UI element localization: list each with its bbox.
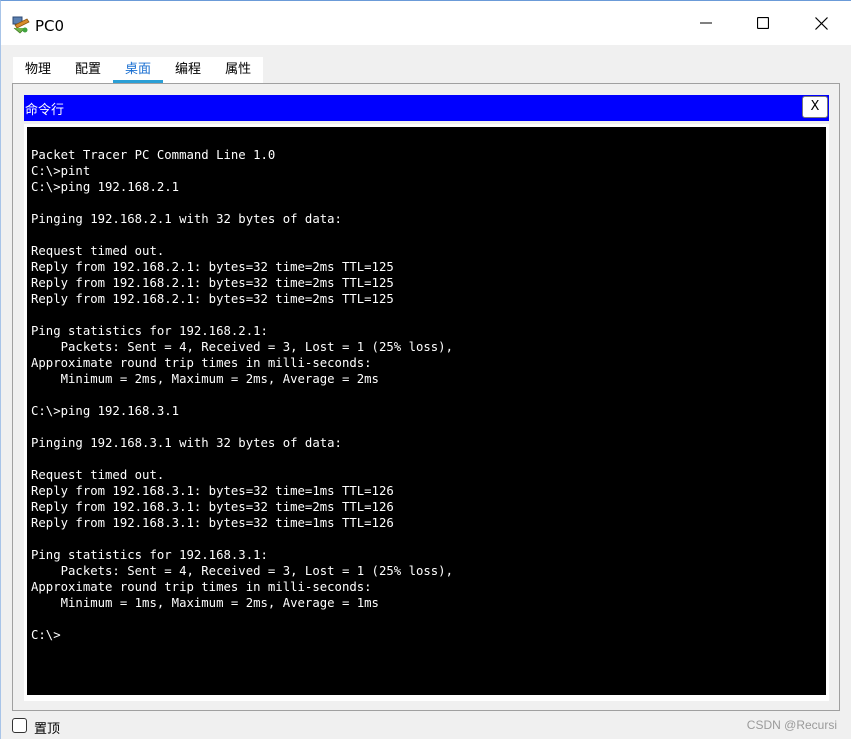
packet-tracer-pc-icon xyxy=(11,16,31,34)
maximize-button[interactable] xyxy=(734,1,792,45)
minimize-icon xyxy=(700,22,712,24)
title-bar[interactable]: PC0 xyxy=(1,1,851,45)
tab-attributes[interactable]: 属性 xyxy=(213,57,263,83)
command-prompt-header: 命令行 X xyxy=(24,95,829,121)
always-on-top-label: 置顶 xyxy=(34,722,61,737)
terminal-output[interactable]: Packet Tracer PC Command Line 1.0 C:\>pi… xyxy=(31,147,453,643)
tab-bar: 物理 配置 桌面 编程 属性 xyxy=(13,57,264,83)
watermark: CSDN @Recursi xyxy=(746,718,837,732)
maximize-icon xyxy=(757,17,769,29)
command-prompt-title: 命令行 xyxy=(25,103,65,118)
always-on-top-checkbox[interactable] xyxy=(12,718,27,733)
command-prompt-close-button[interactable]: X xyxy=(802,96,828,118)
tab-programming[interactable]: 编程 xyxy=(163,57,213,83)
pc0-window: PC0 物理 配置 桌面 编程 属性 命令行 X Packet Tracer P… xyxy=(0,0,851,739)
close-icon xyxy=(814,16,828,30)
tab-desktop[interactable]: 桌面 xyxy=(113,57,164,83)
terminal-frame: Packet Tracer PC Command Line 1.0 C:\>pi… xyxy=(24,124,829,701)
tab-physical[interactable]: 物理 xyxy=(13,57,63,83)
close-button[interactable] xyxy=(792,1,850,45)
window-title: PC0 xyxy=(35,17,65,35)
tab-config[interactable]: 配置 xyxy=(63,57,113,83)
minimize-button[interactable] xyxy=(677,1,735,45)
terminal-console[interactable]: Packet Tracer PC Command Line 1.0 C:\>pi… xyxy=(27,127,826,695)
desktop-panel: 命令行 X Packet Tracer PC Command Line 1.0 … xyxy=(12,83,840,711)
